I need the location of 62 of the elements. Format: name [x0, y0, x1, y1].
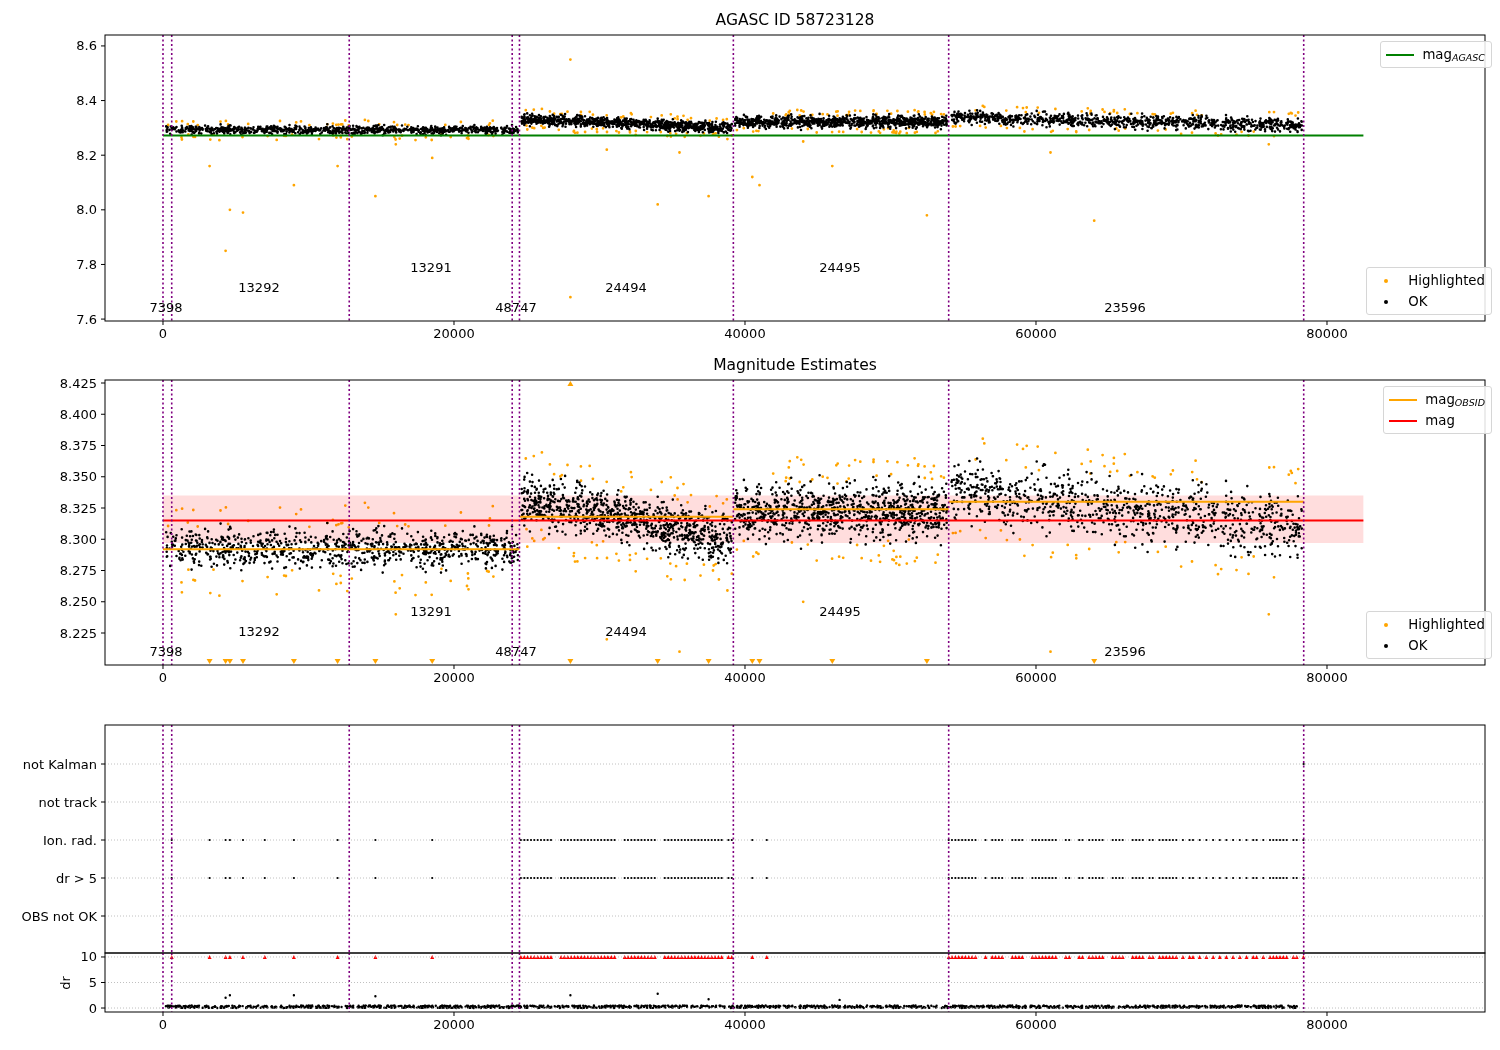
tick-label: 8.225 [59, 625, 97, 641]
obsid-label: 13292 [238, 279, 280, 295]
legend-label: Highlighted [1408, 273, 1485, 288]
obsid-label: 24494 [605, 623, 647, 639]
tick-label: 60000 [1015, 1016, 1057, 1032]
obsid-label: 48747 [495, 299, 537, 315]
obsid-label: 24495 [819, 259, 861, 275]
legend-label: mag$_{AGASC}$ [1422, 46, 1485, 63]
tick-label: dr > 5 [55, 870, 97, 886]
obsid-label: 13291 [410, 259, 452, 275]
tick-label: 40000 [724, 325, 766, 341]
obsid-label: 23596 [1104, 299, 1146, 315]
tick-label: 8.375 [59, 438, 97, 453]
tick-label: 5 [88, 975, 97, 990]
obsid-label: 7398 [149, 643, 183, 659]
tick-label: 8.300 [59, 531, 97, 547]
tick-label: 60000 [1015, 325, 1057, 341]
obsid-label: 48747 [495, 643, 537, 659]
tick-label: 8.4 [76, 93, 97, 109]
tick-label: not Kalman [22, 756, 97, 772]
tick-label: not track [38, 794, 97, 810]
tick-label: 8.275 [59, 563, 97, 578]
legend-label: OK [1408, 294, 1428, 309]
tick-label: OBS not OK [21, 908, 97, 924]
tick-label: 80000 [1306, 1016, 1348, 1032]
tick-label: 8.6 [76, 38, 97, 54]
tick-label: 20000 [433, 1016, 475, 1032]
tick-label: 0 [88, 1000, 97, 1016]
tick-label: 80000 [1306, 669, 1348, 685]
obsid-label: 23596 [1104, 643, 1146, 659]
tick-label: 60000 [1015, 669, 1057, 685]
tick-label: 8.2 [76, 147, 97, 163]
legend-label: Highlighted [1408, 617, 1485, 632]
tick-label: 8.425 [59, 375, 97, 391]
tick-label: 0 [158, 325, 168, 341]
obsid-label: 13291 [410, 603, 452, 619]
tick-label: 80000 [1306, 325, 1348, 341]
obsid-label: 24495 [819, 603, 861, 619]
chart-title: Magnitude Estimates [713, 356, 877, 374]
tick-label: 8.350 [59, 469, 97, 485]
tick-label: 7.6 [76, 311, 97, 327]
tick-label: 0 [158, 669, 168, 685]
legend-label: OK [1408, 638, 1428, 653]
axis-label: dr [57, 976, 73, 990]
chart-title: AGASC ID 58723128 [715, 11, 875, 29]
tick-label: 8.400 [59, 406, 97, 422]
tick-label: 8.0 [76, 202, 97, 218]
tick-label: 0 [158, 1016, 168, 1032]
tick-label: 20000 [433, 325, 475, 341]
legend-label: mag [1425, 413, 1455, 428]
obsid-label: 13292 [238, 623, 280, 639]
tick-label: 20000 [433, 669, 475, 685]
tick-label: 7.8 [76, 256, 97, 272]
obsid-label: 24494 [605, 279, 647, 295]
obsid-label: 7398 [149, 299, 183, 315]
tick-label: 8.250 [59, 594, 97, 610]
tick-label: 40000 [724, 669, 766, 685]
tick-label: 10 [80, 949, 97, 965]
tick-label: 40000 [724, 1016, 766, 1032]
tick-label: Ion. rad. [43, 832, 97, 848]
tick-label: 8.325 [59, 500, 97, 516]
legend-label: mag$_{OBSID}$ [1425, 391, 1485, 408]
